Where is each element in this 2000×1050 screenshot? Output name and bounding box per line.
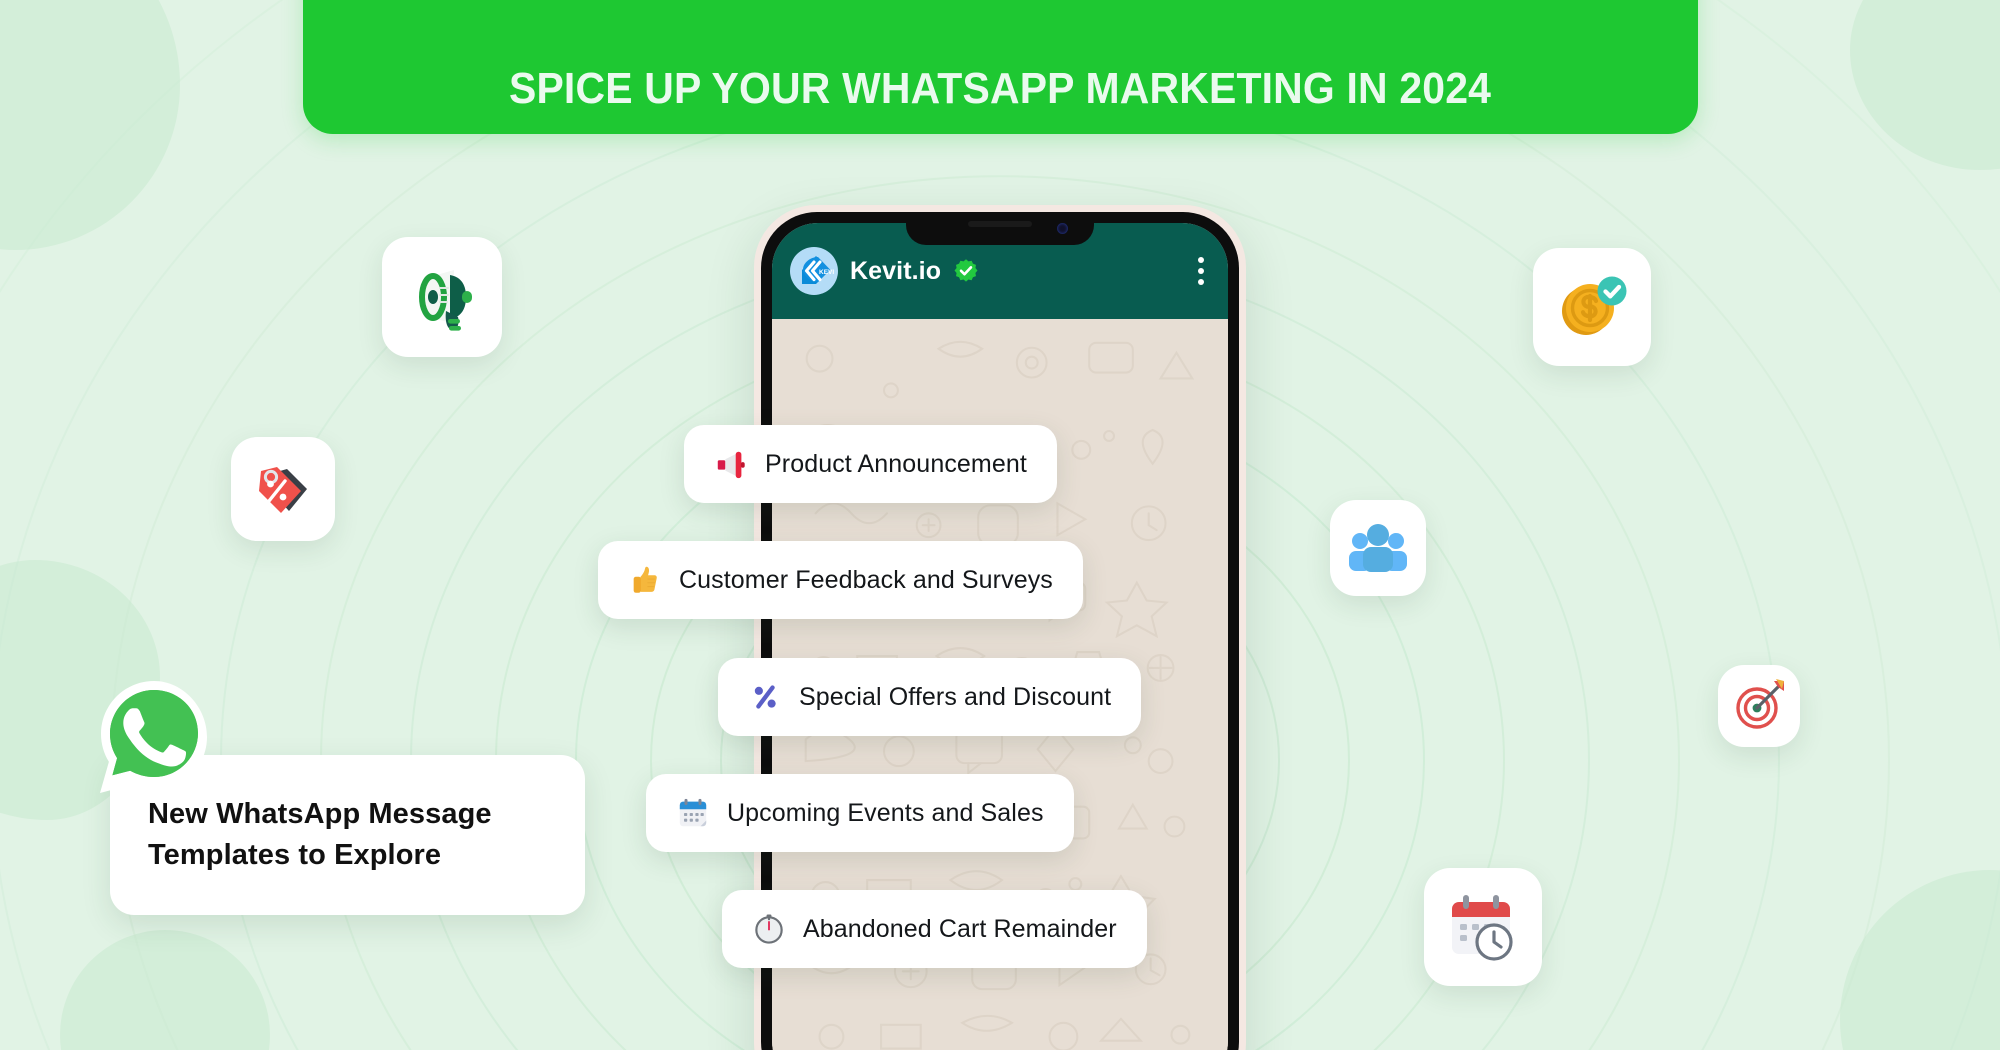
- thumbs-up-icon: [633, 566, 657, 593]
- message-template-label: Product Announcement: [765, 449, 1027, 478]
- coin-verified-tile-icon: [1562, 276, 1627, 335]
- discount-tag-tile-icon: [259, 467, 307, 513]
- banner-title: SPICE UP YOUR WHATSAPP MARKETING IN 2024: [509, 64, 1492, 113]
- callout-line-1: New WhatsApp Message: [148, 798, 492, 830]
- floating-tile-target-dart: [1718, 665, 1800, 747]
- callout-line-2: Templates to Explore: [148, 839, 442, 871]
- message-template-card[interactable]: Abandoned Cart Remainder: [722, 890, 1147, 968]
- megaphone-tile-icon: [419, 270, 472, 331]
- message-template-label: Upcoming Events and Sales: [727, 798, 1044, 827]
- calendar-clock-tile-icon: [1452, 895, 1513, 961]
- message-template-label: Customer Feedback and Surveys: [679, 565, 1053, 594]
- message-template-card[interactable]: Customer Feedback and Surveys: [598, 541, 1083, 619]
- people-group-tile-icon: [1349, 524, 1407, 572]
- speaker-grille: [968, 221, 1032, 227]
- kevit-logo-icon: KEVIT: [802, 256, 834, 284]
- message-template-card[interactable]: Special Offers and Discount: [718, 658, 1142, 736]
- overflow-menu-icon[interactable]: [1194, 253, 1208, 289]
- target-dart-tile-icon: [1736, 679, 1784, 729]
- percent-icon: [754, 685, 776, 709]
- floating-tile-coin-verified: [1533, 248, 1651, 366]
- svg-text:KEVIT: KEVIT: [819, 269, 834, 276]
- brand-name: Kevit.io: [850, 256, 942, 285]
- headline-banner: SPICE UP YOUR WHATSAPP MARKETING IN 2024: [303, 0, 1698, 134]
- message-template-label: Special Offers and Discount: [799, 682, 1112, 711]
- floating-tile-calendar-clock: [1424, 868, 1542, 986]
- megaphone-icon: [717, 451, 745, 479]
- floating-tile-discount-tag: [231, 437, 335, 541]
- stopwatch-icon: [755, 914, 783, 944]
- phone-notch: [906, 212, 1094, 245]
- calendar-icon: [679, 798, 707, 827]
- message-template-card[interactable]: Upcoming Events and Sales: [646, 774, 1074, 852]
- whatsapp-logo-icon: [100, 681, 207, 793]
- message-template-label: Abandoned Cart Remainder: [803, 914, 1117, 943]
- verified-badge-icon: [954, 259, 978, 282]
- front-camera-icon: [1057, 223, 1068, 234]
- floating-tile-people-group: [1330, 500, 1426, 596]
- message-template-card[interactable]: Product Announcement: [684, 425, 1057, 503]
- avatar[interactable]: KEVIT: [790, 247, 838, 295]
- floating-tile-megaphone: [382, 237, 502, 357]
